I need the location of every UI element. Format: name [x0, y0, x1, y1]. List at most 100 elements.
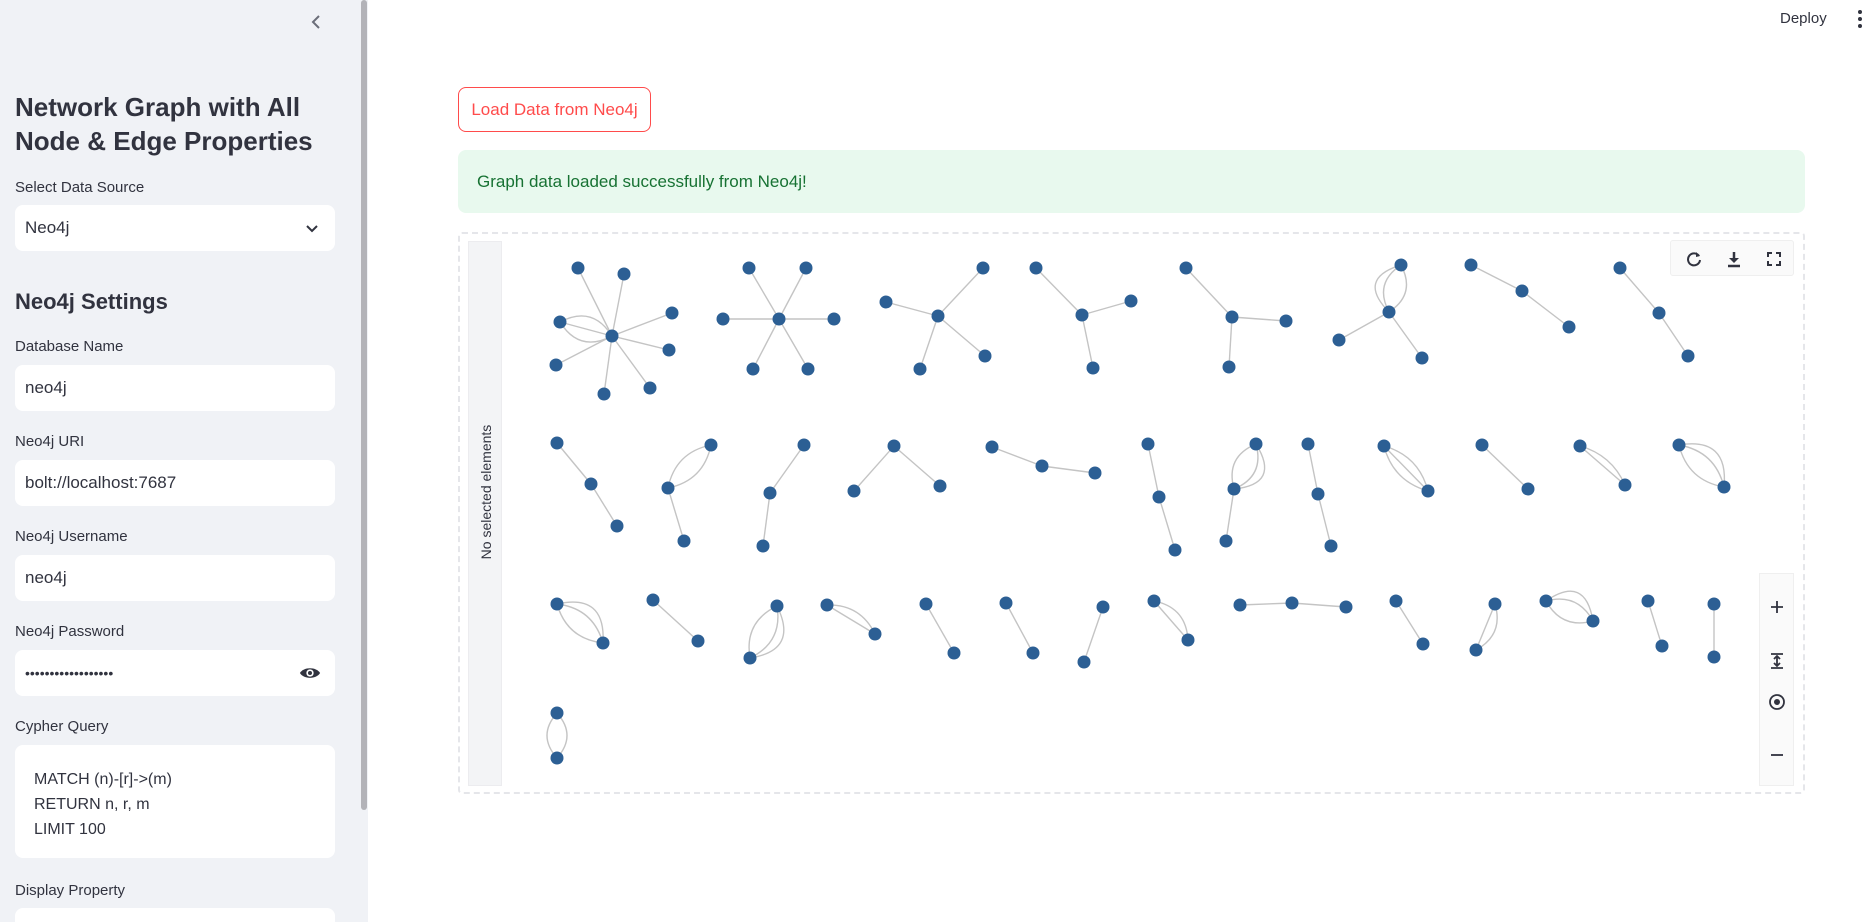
- graph-node[interactable]: [1324, 539, 1338, 553]
- graph-node[interactable]: [1562, 320, 1576, 334]
- graph-node[interactable]: [1421, 484, 1435, 498]
- graph-node[interactable]: [1026, 646, 1040, 660]
- refresh-icon[interactable]: [1683, 248, 1705, 270]
- graph-edge[interactable]: [590, 483, 618, 527]
- graph-edge[interactable]: [769, 444, 805, 494]
- graph-edge[interactable]: [937, 315, 986, 357]
- graph-node[interactable]: [665, 306, 679, 320]
- graph-node[interactable]: [1096, 600, 1110, 614]
- graph-node[interactable]: [1586, 614, 1600, 628]
- graph-node[interactable]: [1332, 333, 1346, 347]
- graph-node[interactable]: [1655, 639, 1669, 653]
- graph-node[interactable]: [605, 329, 619, 343]
- graph-node[interactable]: [1415, 351, 1429, 365]
- graph-edge[interactable]: [1383, 445, 1429, 492]
- graph-node[interactable]: [1618, 478, 1632, 492]
- graph-node[interactable]: [549, 358, 563, 372]
- graph-edge[interactable]: [1185, 267, 1233, 318]
- graph-edge[interactable]: [1579, 445, 1626, 486]
- graph-node[interactable]: [976, 261, 990, 275]
- graph-edge[interactable]: [778, 267, 807, 320]
- graph-node[interactable]: [847, 484, 861, 498]
- graph-node[interactable]: [1181, 633, 1195, 647]
- graph-node[interactable]: [1279, 314, 1293, 328]
- graph-node[interactable]: [827, 312, 841, 326]
- graph-node[interactable]: [1227, 482, 1241, 496]
- graph-node[interactable]: [1394, 258, 1408, 272]
- graph-node[interactable]: [610, 519, 624, 533]
- graph-edge[interactable]: [1291, 602, 1347, 608]
- graph-node[interactable]: [1124, 294, 1138, 308]
- graph-node[interactable]: [550, 436, 564, 450]
- graph-node[interactable]: [716, 312, 730, 326]
- graph-edge[interactable]: [1233, 443, 1266, 490]
- graph-edge[interactable]: [1338, 311, 1390, 341]
- graph-node[interactable]: [1249, 437, 1263, 451]
- graph-node[interactable]: [931, 309, 945, 323]
- graph-edge[interactable]: [667, 487, 685, 542]
- graph-edge[interactable]: [1678, 444, 1725, 488]
- graph-node[interactable]: [1573, 439, 1587, 453]
- graph-edge[interactable]: [1035, 267, 1083, 316]
- graph-node[interactable]: [1613, 261, 1627, 275]
- graph-edge[interactable]: [1395, 600, 1424, 645]
- graph-edge[interactable]: [752, 318, 780, 370]
- graph-edge[interactable]: [1481, 444, 1529, 490]
- graph-node[interactable]: [887, 439, 901, 453]
- graph-edge[interactable]: [603, 335, 613, 395]
- graph-node[interactable]: [1382, 305, 1396, 319]
- graph-node[interactable]: [820, 598, 834, 612]
- graph-node[interactable]: [704, 438, 718, 452]
- graph-node[interactable]: [913, 362, 927, 376]
- graph-node[interactable]: [1707, 597, 1721, 611]
- graph-edge[interactable]: [1228, 316, 1233, 368]
- graph-node[interactable]: [596, 636, 610, 650]
- graph-node[interactable]: [947, 646, 961, 660]
- graph-node[interactable]: [1077, 655, 1091, 669]
- graph-node[interactable]: [879, 295, 893, 309]
- graph-edge[interactable]: [937, 267, 984, 317]
- graph-node[interactable]: [571, 261, 585, 275]
- graph-edge[interactable]: [556, 601, 604, 644]
- fullscreen-icon[interactable]: [1763, 248, 1785, 270]
- graph-node[interactable]: [801, 362, 815, 376]
- graph-edge[interactable]: [1307, 443, 1319, 495]
- graph-node[interactable]: [1475, 438, 1489, 452]
- download-icon[interactable]: [1723, 248, 1745, 270]
- graph-node[interactable]: [550, 597, 564, 611]
- graph-edge[interactable]: [1388, 311, 1423, 359]
- graph-edge[interactable]: [611, 312, 673, 337]
- graph-edge[interactable]: [1225, 488, 1235, 542]
- graph-edge[interactable]: [556, 603, 604, 644]
- graph-edge[interactable]: [1233, 443, 1259, 490]
- graph-edge[interactable]: [893, 445, 941, 487]
- graph-node[interactable]: [742, 261, 756, 275]
- graph-node[interactable]: [661, 481, 675, 495]
- zoom-in-icon[interactable]: [1766, 596, 1788, 618]
- graph-node[interactable]: [763, 486, 777, 500]
- graph-node[interactable]: [643, 381, 657, 395]
- graph-node[interactable]: [1219, 534, 1233, 548]
- graph-node[interactable]: [1075, 308, 1089, 322]
- graph-node[interactable]: [1641, 594, 1655, 608]
- graph-edge[interactable]: [667, 444, 712, 489]
- graph-node[interactable]: [770, 599, 784, 613]
- graph-node[interactable]: [1464, 258, 1478, 272]
- zoom-out-icon[interactable]: [1766, 744, 1788, 766]
- graph-node[interactable]: [1521, 482, 1535, 496]
- graph-node[interactable]: [584, 477, 598, 491]
- graph-node[interactable]: [1311, 487, 1325, 501]
- graph-edge[interactable]: [762, 492, 771, 547]
- graph-node[interactable]: [743, 651, 757, 665]
- graph-edge[interactable]: [559, 321, 613, 337]
- graph-node[interactable]: [691, 634, 705, 648]
- graph-node[interactable]: [1222, 360, 1236, 374]
- graph-edge[interactable]: [1083, 606, 1104, 663]
- graph-node[interactable]: [1233, 598, 1247, 612]
- graph-node[interactable]: [550, 751, 564, 765]
- graph-node[interactable]: [1086, 361, 1100, 375]
- network-graph[interactable]: [0, 0, 1875, 922]
- graph-node[interactable]: [662, 343, 676, 357]
- graph-node[interactable]: [553, 315, 567, 329]
- graph-node[interactable]: [1225, 310, 1239, 324]
